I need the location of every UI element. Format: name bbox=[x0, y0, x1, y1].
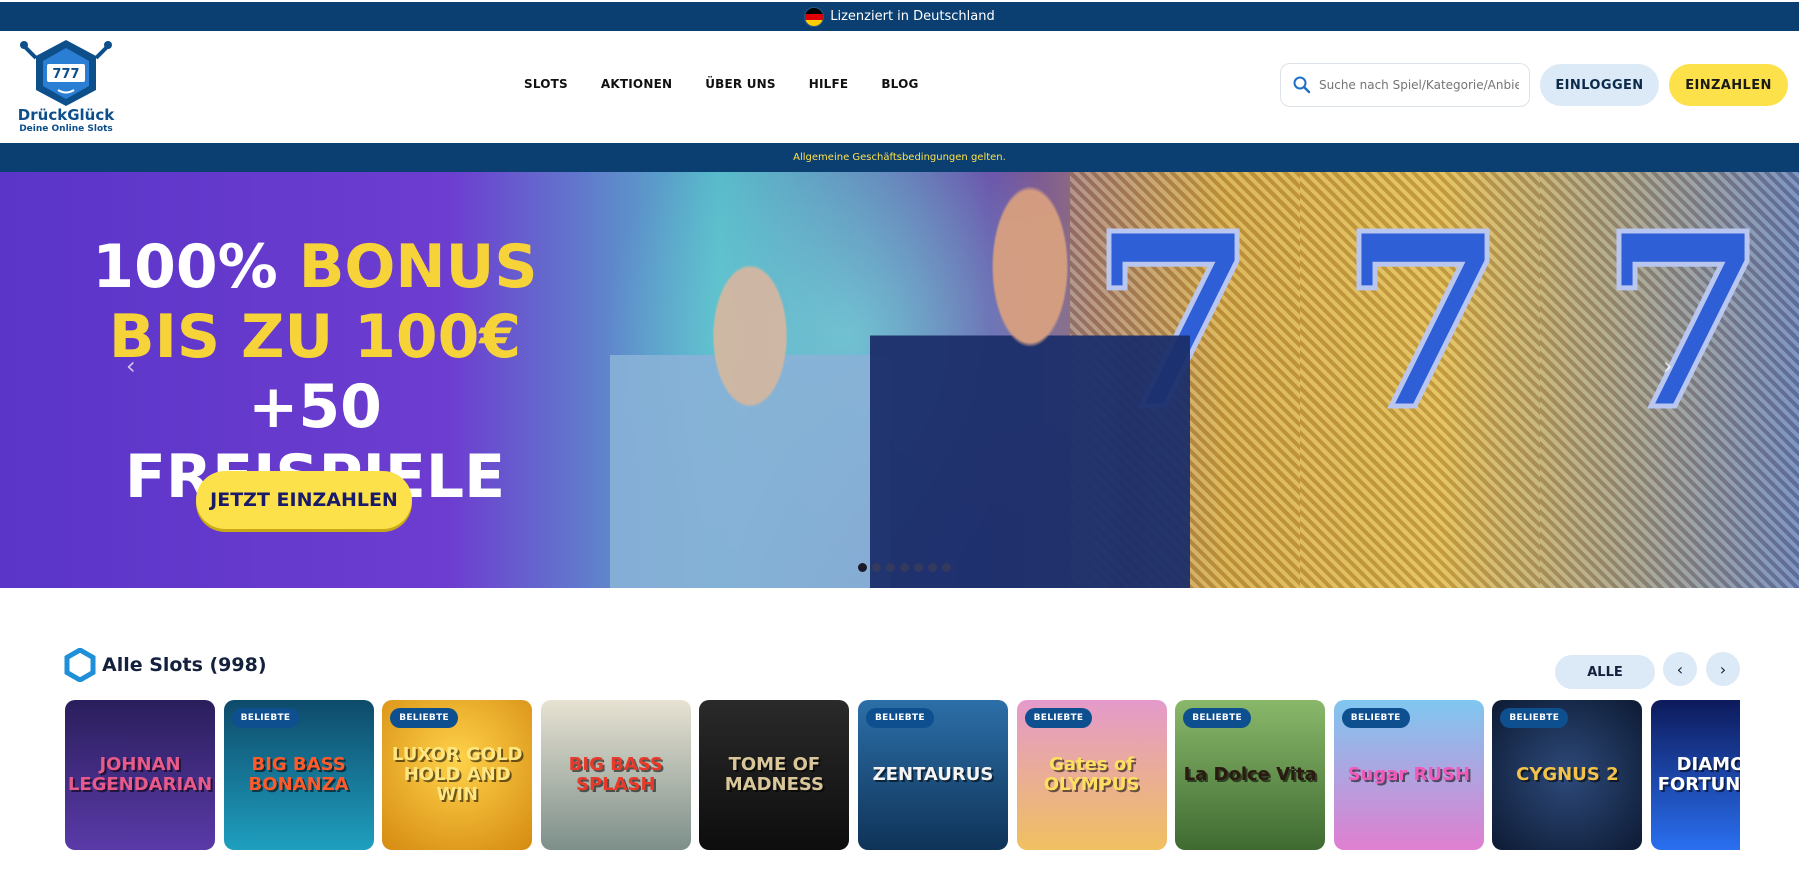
login-button[interactable]: EINLOGGEN bbox=[1540, 64, 1659, 106]
slot-title: BIG BASS SPLASH bbox=[568, 754, 663, 795]
popular-badge: BELIEBTE bbox=[390, 708, 458, 728]
filter-all-button[interactable]: ALLE bbox=[1555, 655, 1655, 689]
slot-tile[interactable]: LUXOR GOLD HOLD AND WIN BELIEBTE bbox=[382, 700, 533, 850]
popular-badge: BELIEBTE bbox=[866, 708, 934, 728]
reel-seven: 7 bbox=[1598, 181, 1770, 463]
carousel-dot[interactable] bbox=[914, 563, 923, 572]
deposit-button[interactable]: EINZAHLEN bbox=[1669, 64, 1788, 106]
popular-badge: BELIEBTE bbox=[231, 708, 300, 728]
slot-title: CYGNUS 2 bbox=[1516, 764, 1619, 785]
slot-title: LUXOR GOLD HOLD AND WIN bbox=[391, 744, 523, 805]
popular-badge: BELIEBTE bbox=[1183, 708, 1251, 728]
slot-tile[interactable]: TOME OF MADNESS bbox=[699, 700, 850, 850]
slot-tile[interactable]: BIG BASS SPLASH bbox=[540, 700, 691, 850]
slot-tile[interactable]: JOHNAN LEGENDARIAN bbox=[65, 700, 215, 850]
slots-carousel: JOHNAN LEGENDARIAN BIG BASS BONANZA BELIEB… bbox=[65, 700, 1740, 850]
carousel-prev-icon[interactable]: ‹ bbox=[126, 352, 136, 380]
logo-reel-text: 777 bbox=[52, 67, 79, 82]
logo-tagline: Deine Online Slots bbox=[19, 124, 113, 134]
slot-title: JOHNAN LEGENDARIAN bbox=[67, 754, 213, 795]
slot-title: ZENTAURUS bbox=[872, 764, 994, 785]
slot-title: DIAMOND FORTUNATOR bbox=[1657, 754, 1740, 795]
nav-slots[interactable]: SLOTS bbox=[524, 77, 568, 91]
popular-badge: BELIEBTE bbox=[1024, 708, 1093, 728]
license-text: Lizenziert in Deutschland bbox=[830, 9, 995, 24]
search-box[interactable] bbox=[1280, 63, 1530, 107]
slot-tile[interactable]: CYGNUS 2 BELIEBTE bbox=[1492, 700, 1643, 850]
hero-banner[interactable]: 7 7 7 100% BONUS BIS ZU 100€ +50 FREISPI… bbox=[0, 172, 1799, 588]
hero-line1-yellow: BONUS bbox=[298, 232, 538, 302]
carousel-dot[interactable] bbox=[872, 563, 881, 572]
slot-title: Sugar RUSH bbox=[1347, 764, 1471, 785]
slots-prev-button[interactable]: ‹ bbox=[1663, 652, 1697, 686]
logo-name: DrückGlück bbox=[17, 106, 115, 124]
hero-deposit-button[interactable]: JETZT EINZAHLEN bbox=[196, 471, 412, 529]
license-bar: Lizenziert in Deutschland bbox=[0, 2, 1799, 31]
slots-section-title: Alle Slots (998) bbox=[102, 654, 267, 676]
slot-title: La Dolce Vita bbox=[1183, 764, 1317, 785]
slot-machine-logo-icon: 777 bbox=[20, 40, 112, 106]
carousel-dot[interactable] bbox=[928, 563, 937, 572]
hero-line1-white: 100% bbox=[92, 232, 278, 302]
popular-badge: BELIEBTE bbox=[1500, 708, 1569, 728]
carousel-next-icon[interactable]: › bbox=[1663, 352, 1673, 380]
slot-tile[interactable]: Gates of OLYMPUS BELIEBTE bbox=[1016, 700, 1167, 850]
logo[interactable]: 777 DrückGlück Deine Online Slots bbox=[16, 36, 116, 138]
hero-person-woman bbox=[610, 222, 890, 588]
site-header: 777 DrückGlück Deine Online Slots SLOTS … bbox=[0, 31, 1799, 143]
slot-tile[interactable]: DIAMOND FORTUNATOR bbox=[1651, 700, 1740, 850]
slots-next-button[interactable]: › bbox=[1706, 652, 1740, 686]
main-nav: SLOTS AKTIONEN ÜBER UNS HILFE BLOG bbox=[524, 77, 952, 91]
slot-tile[interactable]: BIG BASS BONANZA BELIEBTE bbox=[223, 700, 374, 850]
slot-tile[interactable]: La Dolce Vita BELIEBTE bbox=[1175, 700, 1326, 850]
germany-flag-icon bbox=[804, 6, 825, 27]
terms-text[interactable]: Allgemeine Geschäftsbedingungen gelten. bbox=[793, 152, 1006, 163]
slots-section-header: Alle Slots (998) bbox=[64, 648, 267, 682]
hexagon-icon bbox=[64, 648, 96, 682]
search-icon bbox=[1293, 76, 1311, 94]
hero-person-man bbox=[870, 172, 1190, 588]
terms-bar: Allgemeine Geschäftsbedingungen gelten. bbox=[0, 143, 1799, 172]
slot-tile[interactable]: ZENTAURUS BELIEBTE bbox=[858, 700, 1008, 850]
carousel-dot[interactable] bbox=[886, 563, 895, 572]
carousel-dots bbox=[858, 563, 951, 572]
popular-badge: BELIEBTE bbox=[1341, 708, 1410, 728]
nav-ueber-uns[interactable]: ÜBER UNS bbox=[705, 77, 776, 91]
slot-title: BIG BASS BONANZA bbox=[248, 754, 349, 795]
carousel-dot[interactable] bbox=[942, 563, 951, 572]
reel-seven: 7 bbox=[1338, 181, 1510, 463]
search-input[interactable] bbox=[1319, 78, 1519, 92]
slot-title: Gates of OLYMPUS bbox=[1043, 754, 1140, 795]
slot-tile[interactable]: Sugar RUSH BELIEBTE bbox=[1333, 700, 1484, 850]
nav-blog[interactable]: BLOG bbox=[881, 77, 918, 91]
slot-title: TOME OF MADNESS bbox=[724, 754, 825, 795]
nav-aktionen[interactable]: AKTIONEN bbox=[601, 77, 672, 91]
carousel-dot[interactable] bbox=[858, 563, 867, 572]
nav-hilfe[interactable]: HILFE bbox=[809, 77, 849, 91]
carousel-dot[interactable] bbox=[900, 563, 909, 572]
